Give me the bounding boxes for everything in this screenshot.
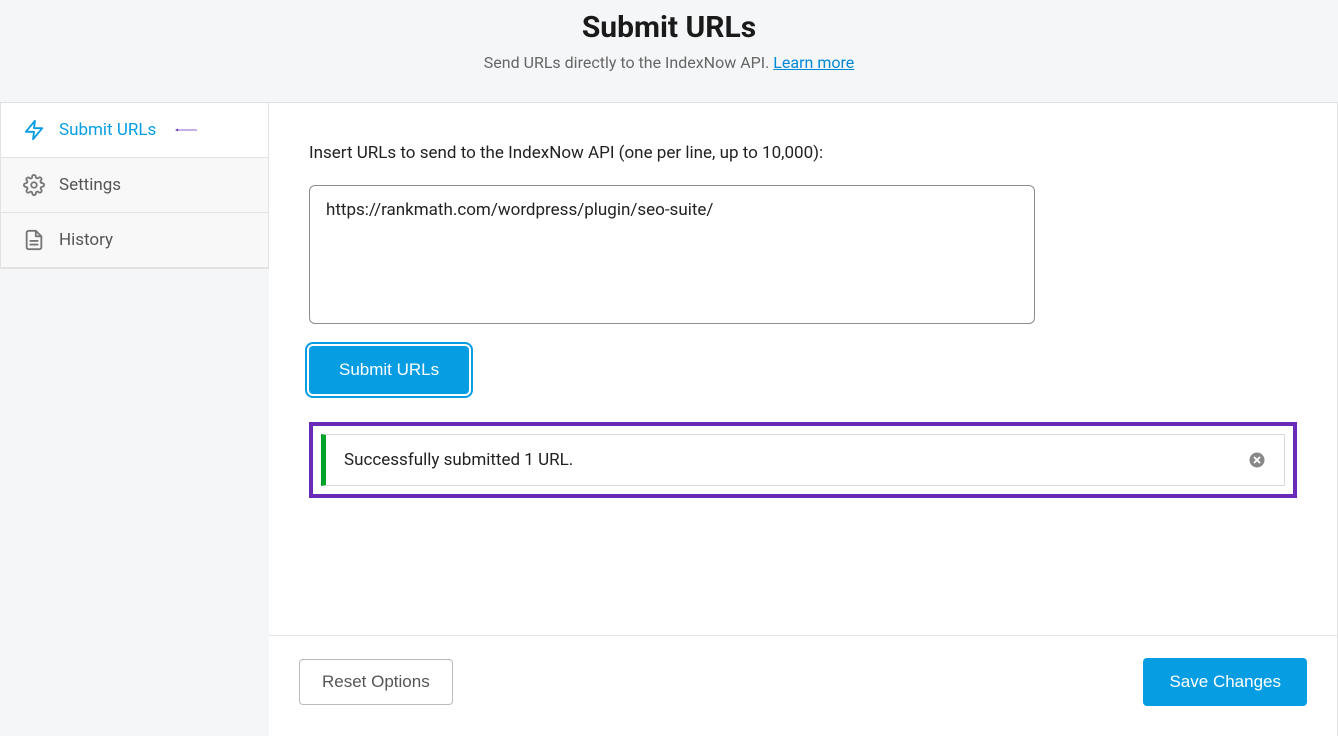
url-textarea[interactable]	[309, 185, 1035, 324]
annotation-arrow-icon	[175, 119, 197, 141]
file-icon	[23, 229, 45, 251]
notice-text: Successfully submitted 1 URL.	[344, 450, 573, 470]
sidebar-item-label: Submit URLs	[59, 120, 156, 140]
learn-more-link[interactable]: Learn more	[773, 53, 854, 72]
panel-footer: Reset Options Save Changes	[269, 636, 1337, 736]
page-title: Submit URLs	[20, 10, 1318, 45]
page-subtitle: Send URLs directly to the IndexNow API. …	[20, 53, 1318, 72]
dismiss-notice-button[interactable]	[1246, 449, 1268, 471]
bolt-icon	[23, 119, 45, 141]
main-panel: Insert URLs to send to the IndexNow API …	[269, 103, 1338, 736]
submit-urls-button[interactable]: Submit URLs	[309, 346, 469, 394]
save-changes-button[interactable]: Save Changes	[1143, 658, 1307, 706]
page-header: Submit URLs Send URLs directly to the In…	[0, 0, 1338, 103]
close-icon	[1248, 451, 1266, 469]
url-field-label: Insert URLs to send to the IndexNow API …	[309, 143, 1297, 163]
sidebar-nav: Submit URLs Settings	[0, 103, 269, 269]
annotation-highlight: Successfully submitted 1 URL.	[309, 422, 1297, 498]
sidebar-item-label: History	[59, 230, 113, 250]
subtitle-text: Send URLs directly to the IndexNow API.	[484, 53, 774, 72]
reset-options-button[interactable]: Reset Options	[299, 659, 453, 705]
sidebar-item-submit-urls[interactable]: Submit URLs	[1, 103, 268, 158]
sidebar-item-label: Settings	[59, 175, 121, 195]
sidebar-item-history[interactable]: History	[1, 213, 268, 268]
success-notice: Successfully submitted 1 URL.	[321, 434, 1285, 486]
gear-icon	[23, 174, 45, 196]
sidebar-item-settings[interactable]: Settings	[1, 158, 268, 213]
